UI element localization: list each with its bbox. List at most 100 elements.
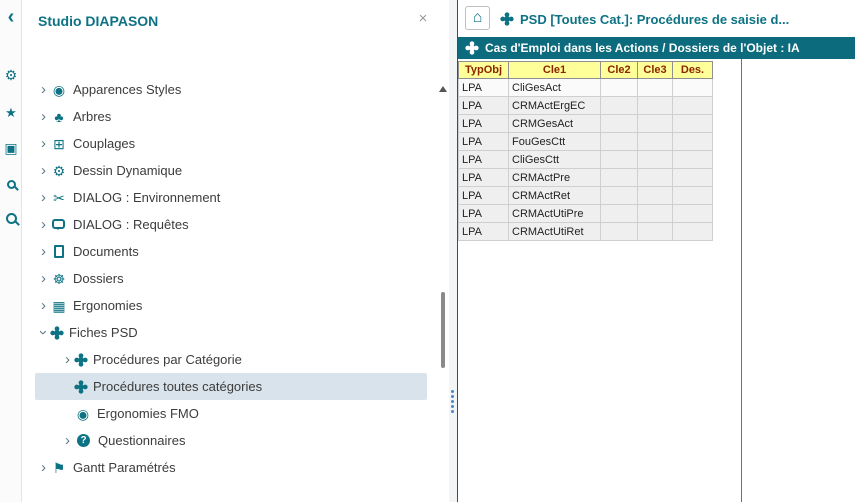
sidebar-item-dialog-requetes[interactable]: DIALOG : Requêtes: [35, 211, 427, 238]
grid-cell[interactable]: [638, 205, 673, 223]
grid-cell[interactable]: CRMActPre: [509, 169, 601, 187]
tab-psd-procedures[interactable]: PSD [Toutes Cat.]: Procédures de saisie …: [500, 7, 789, 31]
scrollbar-thumb[interactable]: [441, 292, 445, 368]
grid-cell[interactable]: LPA: [459, 223, 509, 241]
grid-cell[interactable]: [601, 115, 638, 133]
grid-cell[interactable]: [638, 133, 673, 151]
table-row[interactable]: LPACRMGesAct: [459, 115, 713, 133]
expander-chevron-icon[interactable]: [37, 163, 50, 178]
grid-cell[interactable]: [601, 97, 638, 115]
dock-settings-button[interactable]: [0, 60, 22, 90]
sidebar-item-fiches-psd[interactable]: Fiches PSD: [35, 319, 427, 346]
grid-cell[interactable]: LPA: [459, 79, 509, 97]
sidebar-item-documents[interactable]: Documents: [35, 238, 427, 265]
column-header-typobj[interactable]: TypObj: [459, 62, 509, 79]
sidebar-item-questionnaires[interactable]: Questionnaires: [35, 427, 427, 454]
expander-chevron-icon[interactable]: [61, 433, 74, 448]
grid-cell[interactable]: [638, 187, 673, 205]
sidebar-item-apparences-styles[interactable]: Apparences Styles: [35, 76, 427, 103]
expander-chevron-icon[interactable]: [37, 271, 50, 286]
grid-cell[interactable]: [673, 205, 713, 223]
table-row[interactable]: LPACRMActPre: [459, 169, 713, 187]
grid-cell[interactable]: CliGesCtt: [509, 151, 601, 169]
grid-cell[interactable]: LPA: [459, 133, 509, 151]
sidebar-item-dessin-dynamique[interactable]: Dessin Dynamique: [35, 157, 427, 184]
grid-cell[interactable]: [673, 187, 713, 205]
column-header-des[interactable]: Des.: [673, 62, 713, 79]
grid-cell[interactable]: LPA: [459, 169, 509, 187]
table-row[interactable]: LPACRMActUtiRet: [459, 223, 713, 241]
grid-cell[interactable]: [673, 169, 713, 187]
grid-cell[interactable]: [638, 169, 673, 187]
table-row[interactable]: LPAFouGesCtt: [459, 133, 713, 151]
expander-chevron-icon[interactable]: [37, 244, 50, 259]
grid-cell[interactable]: [601, 133, 638, 151]
grid-cell[interactable]: [673, 223, 713, 241]
expander-chevron-icon[interactable]: [37, 109, 50, 124]
grid-cell[interactable]: CRMGesAct: [509, 115, 601, 133]
grid-cell[interactable]: [638, 115, 673, 133]
dock-favorites-button[interactable]: [0, 97, 22, 127]
grid-cell[interactable]: [601, 79, 638, 97]
scroll-up-arrow-icon[interactable]: [439, 82, 447, 92]
column-header-cle3[interactable]: Cle3: [638, 62, 673, 79]
grid-cell[interactable]: CliGesAct: [509, 79, 601, 97]
grid-cell[interactable]: LPA: [459, 187, 509, 205]
grid-cell[interactable]: LPA: [459, 151, 509, 169]
grid-cell[interactable]: [601, 223, 638, 241]
table-row[interactable]: LPACRMActErgEC: [459, 97, 713, 115]
home-button[interactable]: [465, 6, 490, 30]
close-icon[interactable]: ×: [415, 10, 431, 27]
sidebar-item-arbres[interactable]: Arbres: [35, 103, 427, 130]
sidebar-item-dossiers[interactable]: Dossiers: [35, 265, 427, 292]
grid-cell[interactable]: CRMActRet: [509, 187, 601, 205]
expander-chevron-icon[interactable]: [37, 190, 50, 205]
grid-cell[interactable]: LPA: [459, 97, 509, 115]
grid-cell[interactable]: [638, 79, 673, 97]
grid-cell[interactable]: [673, 151, 713, 169]
grid-cell[interactable]: CRMActErgEC: [509, 97, 601, 115]
dock-window-button[interactable]: [0, 133, 22, 163]
grid-cell[interactable]: [638, 223, 673, 241]
expander-chevron-icon[interactable]: [37, 298, 50, 313]
collapse-panel-button[interactable]: [0, 2, 22, 32]
grid-cell[interactable]: [601, 151, 638, 169]
expander-chevron-icon[interactable]: [37, 460, 50, 475]
grid-cell[interactable]: [601, 187, 638, 205]
grid-cell[interactable]: [601, 205, 638, 223]
grid-cell[interactable]: [673, 115, 713, 133]
table-row[interactable]: LPACRMActRet: [459, 187, 713, 205]
expander-chevron-icon[interactable]: [61, 352, 74, 367]
column-header-cle1[interactable]: Cle1: [509, 62, 601, 79]
grid-cell[interactable]: [601, 169, 638, 187]
grid-cell[interactable]: [673, 79, 713, 97]
sidebar-item-procedures-toutes-categories[interactable]: Procédures toutes catégories: [35, 373, 427, 400]
sidebar-item-procedures-par-categorie[interactable]: Procédures par Catégorie: [35, 346, 427, 373]
grid-cell[interactable]: LPA: [459, 205, 509, 223]
table-row[interactable]: LPACRMActUtiPre: [459, 205, 713, 223]
grid-cell[interactable]: FouGesCtt: [509, 133, 601, 151]
grid-cell[interactable]: [638, 97, 673, 115]
dock-search-advanced-button[interactable]: [0, 203, 22, 233]
grid-cell[interactable]: CRMActUtiPre: [509, 205, 601, 223]
expander-chevron-icon[interactable]: [37, 217, 50, 232]
panel-splitter[interactable]: [449, 0, 457, 502]
grid-cell[interactable]: [673, 133, 713, 151]
grid-cell[interactable]: CRMActUtiRet: [509, 223, 601, 241]
sidebar-scrollbar[interactable]: [437, 0, 449, 502]
table-row[interactable]: LPACliGesAct: [459, 79, 713, 97]
grid-cell[interactable]: [673, 97, 713, 115]
sidebar-item-couplages[interactable]: Couplages: [35, 130, 427, 157]
grid-cell[interactable]: LPA: [459, 115, 509, 133]
sidebar-item-ergonomies-fmo[interactable]: Ergonomies FMO: [35, 400, 427, 427]
expander-chevron-icon[interactable]: [37, 82, 50, 97]
table-row[interactable]: LPACliGesCtt: [459, 151, 713, 169]
expander-chevron-icon[interactable]: [36, 326, 51, 339]
sidebar-item-ergonomies[interactable]: Ergonomies: [35, 292, 427, 319]
expander-chevron-icon[interactable]: [37, 136, 50, 151]
grid-cell[interactable]: [638, 151, 673, 169]
column-header-cle2[interactable]: Cle2: [601, 62, 638, 79]
sidebar-item-gantt-parametres[interactable]: Gantt Paramétrés: [35, 454, 427, 481]
dock-search-button[interactable]: [0, 169, 22, 199]
sidebar-item-dialog-environnement[interactable]: DIALOG : Environnement: [35, 184, 427, 211]
